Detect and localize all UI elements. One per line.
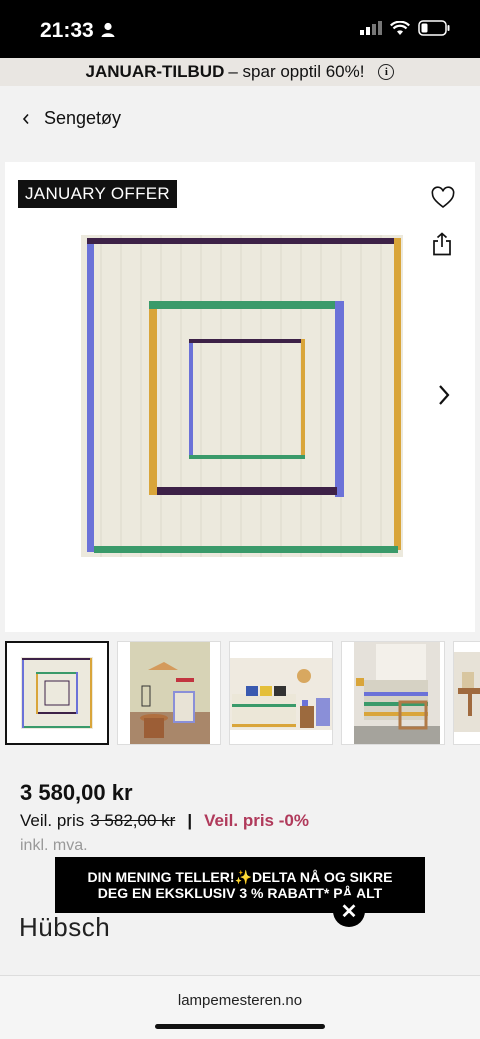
feedback-popup[interactable]: DIN MENING TELLER!✨DELTA NÅ OG SIKRE DEG… [55,857,425,913]
vat-note: inkl. mva. [20,837,88,854]
breadcrumb-label[interactable]: Sengetøy [44,108,121,129]
promo-banner[interactable]: JANUAR-TILBUD – spar opptil 60%! i [0,58,480,86]
breadcrumb[interactable]: Sengetøy [22,108,121,129]
status-bar: 21:33 [0,0,480,58]
thumbnail-room-3[interactable] [341,641,445,745]
person-icon [101,22,115,37]
product-price: 3 580,00 kr [20,780,133,805]
thumbnail-image [342,642,444,744]
wifi-icon [390,20,410,35]
info-icon[interactable]: i [378,64,395,80]
thumbnail-image [454,642,480,744]
popup-line-1: DIN MENING TELLER!✨DELTA NÅ OG SIKRE [87,869,393,885]
brand-logo[interactable]: Hübsch [19,912,110,943]
reference-price-row: Veil. pris 3 582,00 kr | Veil. pris -0% [20,811,309,831]
battery-icon [418,20,450,36]
share-icon[interactable] [431,232,453,256]
chevron-right-icon[interactable] [437,384,451,406]
quilt-product-image [81,235,403,557]
reference-price-value: 3 582,00 kr [90,811,176,830]
popup-line-2: DEG EN EKSKLUSIV 3 % RABATT* PÅ ALT [97,885,383,901]
thumbnail-room-1[interactable] [117,641,221,745]
status-time: 21:33 [40,19,94,42]
price-separator: | [187,811,193,830]
thumbnail-room-4[interactable] [453,641,480,745]
close-icon[interactable]: ✕ [333,895,365,927]
heart-icon[interactable] [431,186,455,210]
product-image-carousel[interactable]: JANUARY OFFER [5,162,475,632]
reference-price-label: Veil. pris [20,811,85,830]
browser-address-bar[interactable]: lampemesteren.no [0,975,480,1039]
url-text[interactable]: lampemesteren.no [0,992,480,1009]
signal-icon [360,21,382,35]
thumbnail-image [118,642,220,744]
thumbnail-image [230,642,332,744]
offer-badge: JANUARY OFFER [18,180,177,208]
chevron-left-icon[interactable] [22,113,30,125]
promo-title: JANUAR-TILBUD [85,62,225,81]
thumbnail-quilt[interactable] [5,641,109,745]
status-indicators [360,20,450,36]
thumbnail-strip [5,641,480,747]
thumbnail-image [21,657,93,729]
promo-text: – spar opptil 60%! [228,62,365,81]
thumbnail-room-2[interactable] [229,641,333,745]
discount-label: Veil. pris -0% [204,811,309,830]
home-indicator [155,1024,325,1029]
